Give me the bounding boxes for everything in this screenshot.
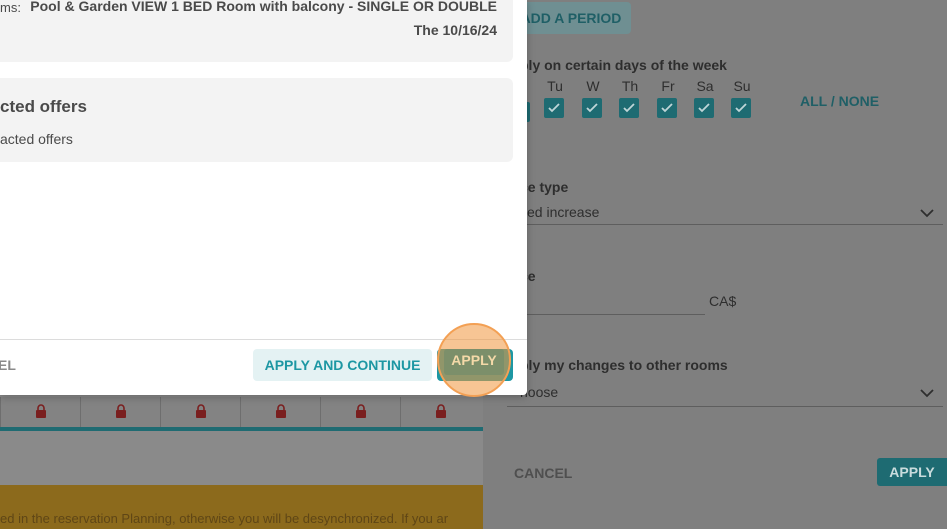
all-none-toggle[interactable]: ALL / NONE <box>800 93 879 109</box>
day-column-w: W <box>582 78 604 118</box>
day-label: Sa <box>696 78 714 94</box>
lock-icon <box>276 404 286 418</box>
day-checkbox-th[interactable] <box>619 98 639 118</box>
planning-grid-row <box>0 397 483 431</box>
price-type-select[interactable]: ked increase <box>520 204 599 220</box>
day-label: Su <box>733 78 751 94</box>
room-date: The 10/16/24 <box>413 22 497 38</box>
other-rooms-underline <box>507 406 943 407</box>
add-period-button[interactable]: ADD A PERIOD <box>511 2 631 34</box>
lock-icon <box>36 404 46 418</box>
day-column-th: Th <box>619 78 641 118</box>
apply-button[interactable]: APPLY <box>437 323 511 397</box>
lock-icon <box>436 404 446 418</box>
grid-cell <box>161 397 241 427</box>
day-checkbox-su[interactable] <box>731 98 751 118</box>
price-input[interactable] <box>507 314 705 315</box>
check-icon <box>735 103 747 113</box>
lock-icon <box>116 404 126 418</box>
day-checkbox-fr[interactable] <box>657 98 677 118</box>
price-type-underline <box>507 224 943 225</box>
day-label: W <box>586 78 600 94</box>
room-details-box: ms: Pool & Garden VIEW 1 BED Room with b… <box>0 0 513 62</box>
affected-offers-box: cted offers acted offers <box>0 78 513 162</box>
chevron-down-icon[interactable] <box>920 388 934 398</box>
check-icon <box>698 103 710 113</box>
room-name: Pool & Garden VIEW 1 BED Room with balco… <box>30 0 497 14</box>
check-icon <box>548 103 560 113</box>
other-rooms-label: ply my changes to other rooms <box>520 357 728 373</box>
days-of-week-title: ply on certain days of the week <box>520 57 727 73</box>
warning-text: ed in the reservation Planning, otherwis… <box>0 511 449 526</box>
grid-cell <box>401 397 481 427</box>
day-column-sa: Sa <box>694 78 716 118</box>
offers-title: cted offers <box>0 97 87 116</box>
price-unit: CA$ <box>709 293 737 309</box>
day-column-fr: Fr <box>657 78 679 118</box>
day-label: Fr <box>661 78 675 94</box>
check-icon <box>586 103 598 113</box>
day-column-su: Su <box>731 78 753 118</box>
lock-icon <box>196 404 206 418</box>
offers-subtitle: acted offers <box>0 131 73 147</box>
grid-cell <box>1 397 81 427</box>
side-apply-button[interactable]: APPLY <box>877 458 947 486</box>
check-icon <box>623 103 635 113</box>
lock-icon <box>356 404 366 418</box>
grid-cell <box>321 397 401 427</box>
day-checkbox-sa[interactable] <box>694 98 714 118</box>
apply-and-continue-button[interactable]: APPLY AND CONTINUE <box>253 349 432 381</box>
side-cancel-button[interactable]: CANCEL <box>514 465 572 481</box>
warning-banner: ed in the reservation Planning, otherwis… <box>0 485 483 529</box>
day-checkbox-w[interactable] <box>582 98 602 118</box>
day-label: Th <box>621 78 639 94</box>
day-checkbox-tu[interactable] <box>544 98 564 118</box>
rooms-label: ms: <box>0 0 21 15</box>
day-label: Tu <box>547 78 563 94</box>
check-icon <box>661 103 673 113</box>
grid-cell <box>241 397 321 427</box>
price-type-label: ce type <box>520 179 569 195</box>
day-column-tu: Tu <box>544 78 566 118</box>
grid-cell <box>81 397 161 427</box>
chevron-down-icon[interactable] <box>920 208 934 218</box>
apply-button-label: APPLY <box>451 352 497 368</box>
modal-cancel-button[interactable]: EL <box>0 357 16 373</box>
